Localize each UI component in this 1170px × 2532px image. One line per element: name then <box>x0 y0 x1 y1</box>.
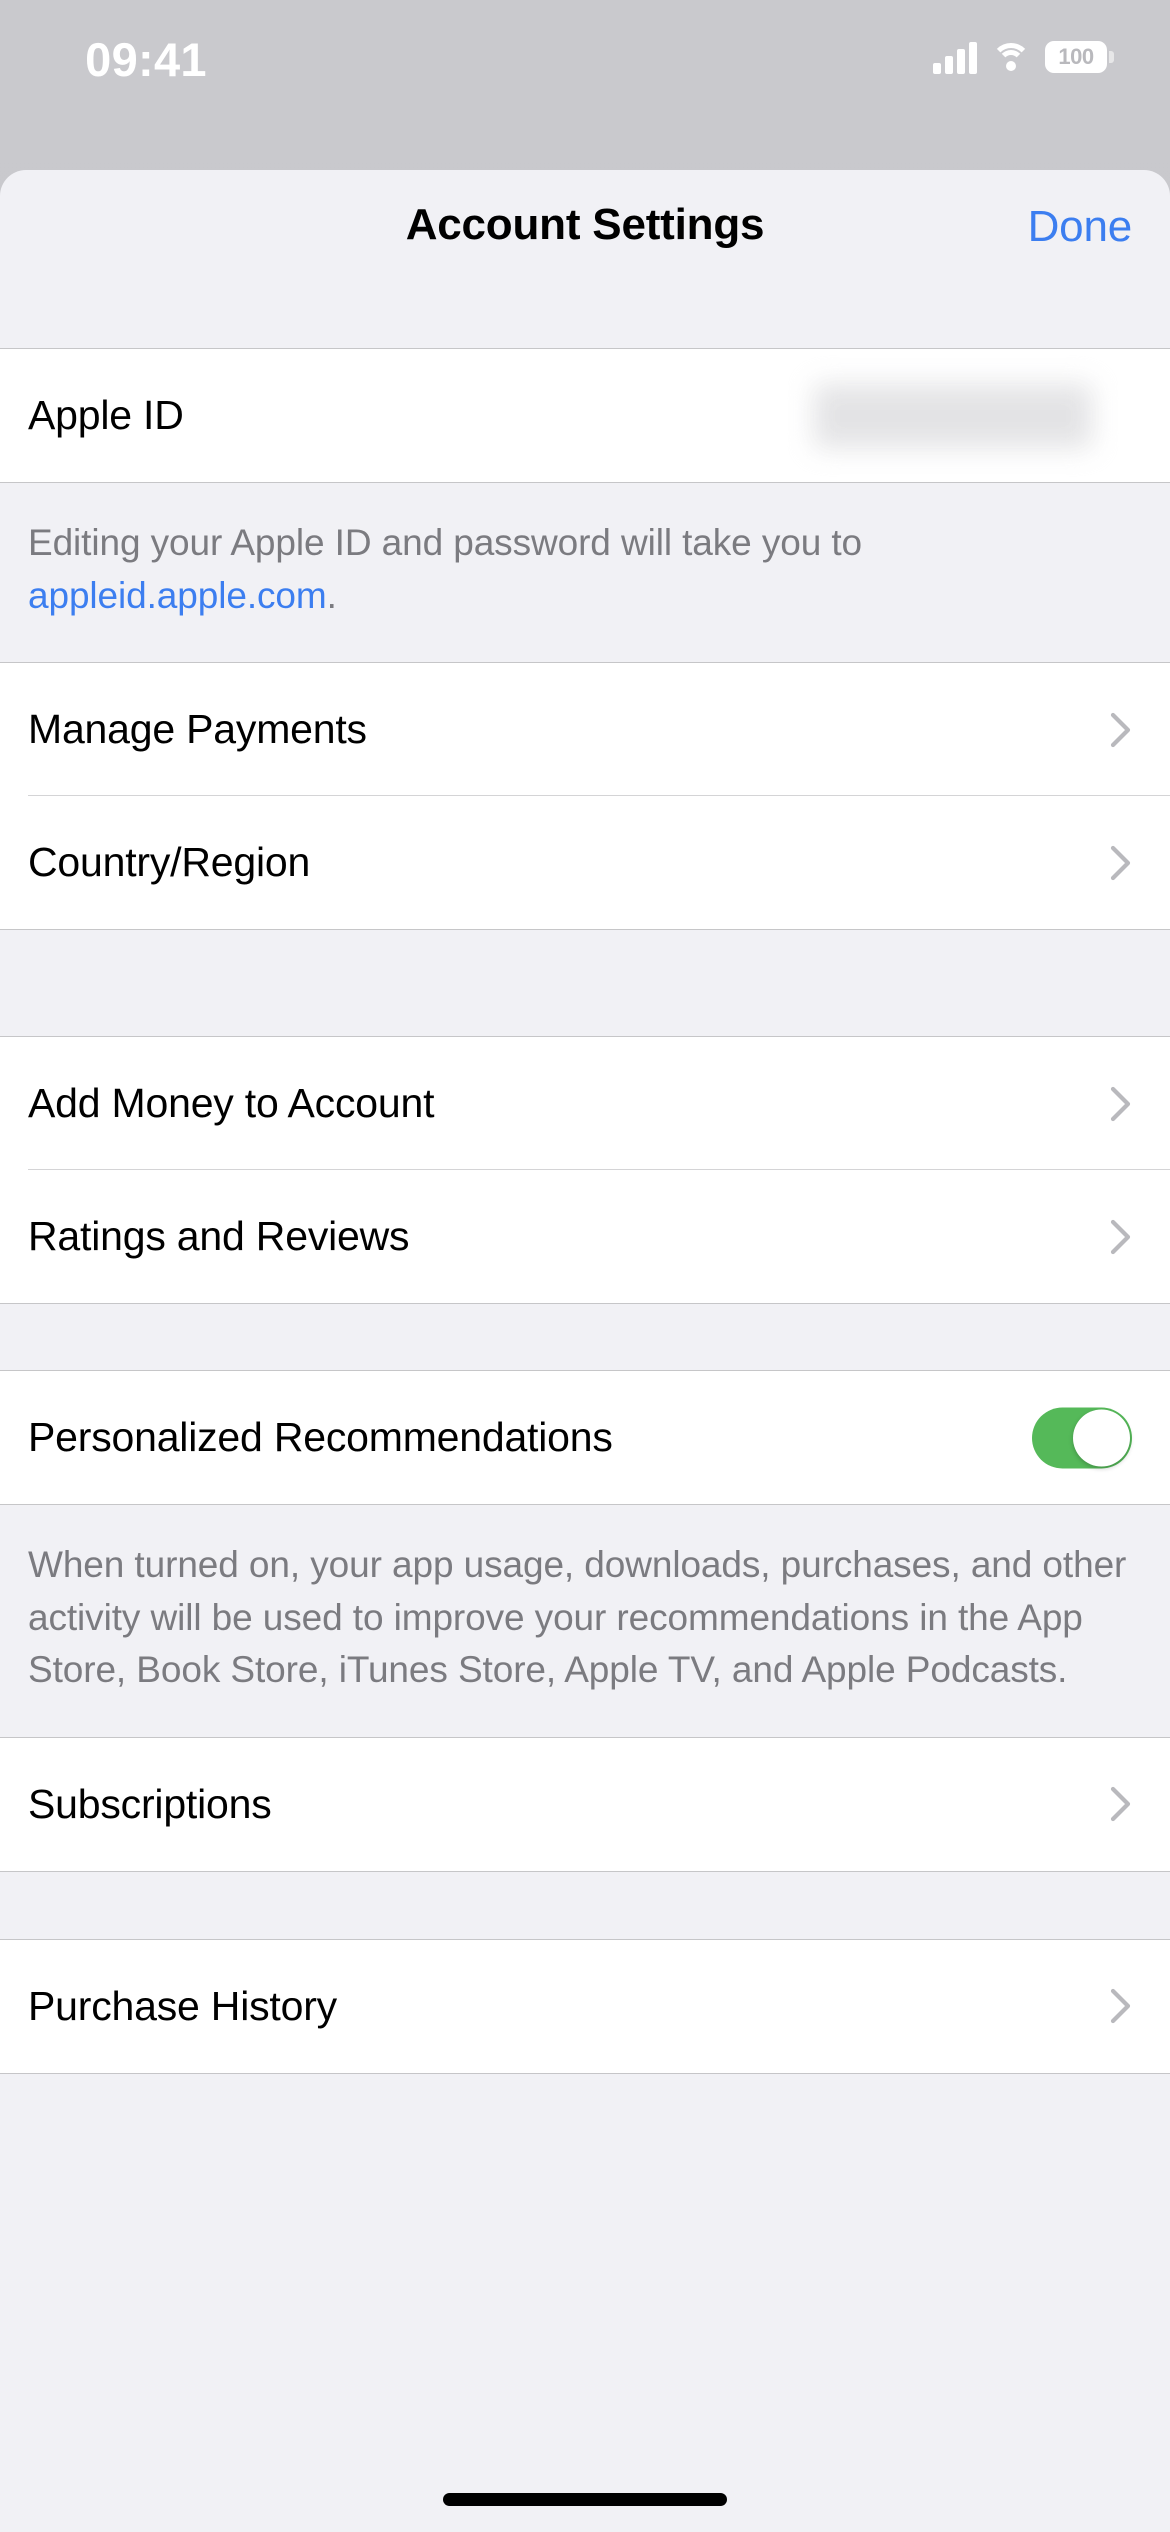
battery-level-label: 100 <box>1058 44 1094 69</box>
recommendations-group: Personalized Recommendations <box>0 1370 1170 1506</box>
row-personalized-recommendations[interactable]: Personalized Recommendations <box>0 1371 1170 1504</box>
personalized-recommendations-toggle[interactable] <box>1032 1407 1132 1469</box>
payments-group: Manage Payments Country/Region <box>0 662 1170 931</box>
purchases-group: Purchase History <box>0 1938 1170 2074</box>
subscriptions-group: Subscriptions <box>0 1736 1170 1872</box>
bottom-gap <box>0 2073 1170 2139</box>
row-label-apple-id: Apple ID <box>28 392 184 438</box>
chevron-right-icon <box>1110 844 1132 882</box>
account-settings-sheet: Account Settings Done Apple ID Editing y… <box>0 170 1170 2532</box>
recommendations-footer: When turned on, your app usage, download… <box>0 1505 1170 1737</box>
row-label-manage-payments: Manage Payments <box>28 706 367 753</box>
section-gap <box>0 1871 1170 1939</box>
toggle-knob <box>1073 1409 1130 1467</box>
iphone-screen: 09:41 100 Account Settings Done Apple ID… <box>0 0 1170 2532</box>
cellular-signal-icon <box>933 40 977 74</box>
chevron-right-icon <box>1110 1085 1132 1123</box>
row-label-subscriptions: Subscriptions <box>28 1780 272 1827</box>
row-label-ratings-reviews: Ratings and Reviews <box>28 1213 410 1260</box>
apple-id-footer-suffix: . <box>326 574 337 616</box>
row-ratings-reviews[interactable]: Ratings and Reviews <box>0 1170 1170 1303</box>
home-indicator[interactable] <box>443 2493 727 2506</box>
wifi-icon <box>991 41 1031 73</box>
apple-id-footer-text: Editing your Apple ID and password will … <box>28 522 863 563</box>
apple-id-group: Apple ID <box>0 348 1170 483</box>
chevron-right-icon <box>1110 1785 1132 1823</box>
done-button[interactable]: Done <box>1028 202 1133 252</box>
row-apple-id[interactable]: Apple ID <box>0 349 1170 482</box>
row-purchase-history[interactable]: Purchase History <box>0 1940 1170 2073</box>
row-label-country-region: Country/Region <box>28 839 311 886</box>
apple-id-value-redacted <box>814 383 1092 448</box>
row-label-personalized-recommendations: Personalized Recommendations <box>28 1414 613 1461</box>
navigation-bar: Account Settings Done <box>0 170 1170 348</box>
section-gap <box>0 930 1170 1037</box>
chevron-right-icon <box>1110 711 1132 749</box>
row-add-money[interactable]: Add Money to Account <box>0 1037 1170 1171</box>
battery-icon: 100 <box>1045 41 1114 73</box>
page-title: Account Settings <box>405 200 765 249</box>
apple-id-footer: Editing your Apple ID and password will … <box>0 483 1170 663</box>
row-country-region[interactable]: Country/Region <box>0 796 1170 929</box>
row-label-add-money: Add Money to Account <box>28 1080 435 1127</box>
money-group: Add Money to Account Ratings and Reviews <box>0 1036 1170 1305</box>
status-bar-time: 09:41 <box>85 33 207 86</box>
section-gap <box>0 1304 1170 1371</box>
row-subscriptions[interactable]: Subscriptions <box>0 1738 1170 1871</box>
row-label-purchase-history: Purchase History <box>28 1982 337 2029</box>
recommendations-footer-text: When turned on, your app usage, download… <box>28 1544 1127 1691</box>
row-manage-payments[interactable]: Manage Payments <box>0 663 1170 797</box>
status-bar-indicators: 100 <box>933 40 1114 74</box>
chevron-right-icon <box>1110 1987 1132 2025</box>
status-bar: 09:41 100 <box>0 0 1170 170</box>
chevron-right-icon <box>1110 1218 1132 1256</box>
appleid-link[interactable]: appleid.apple.com <box>28 575 327 616</box>
